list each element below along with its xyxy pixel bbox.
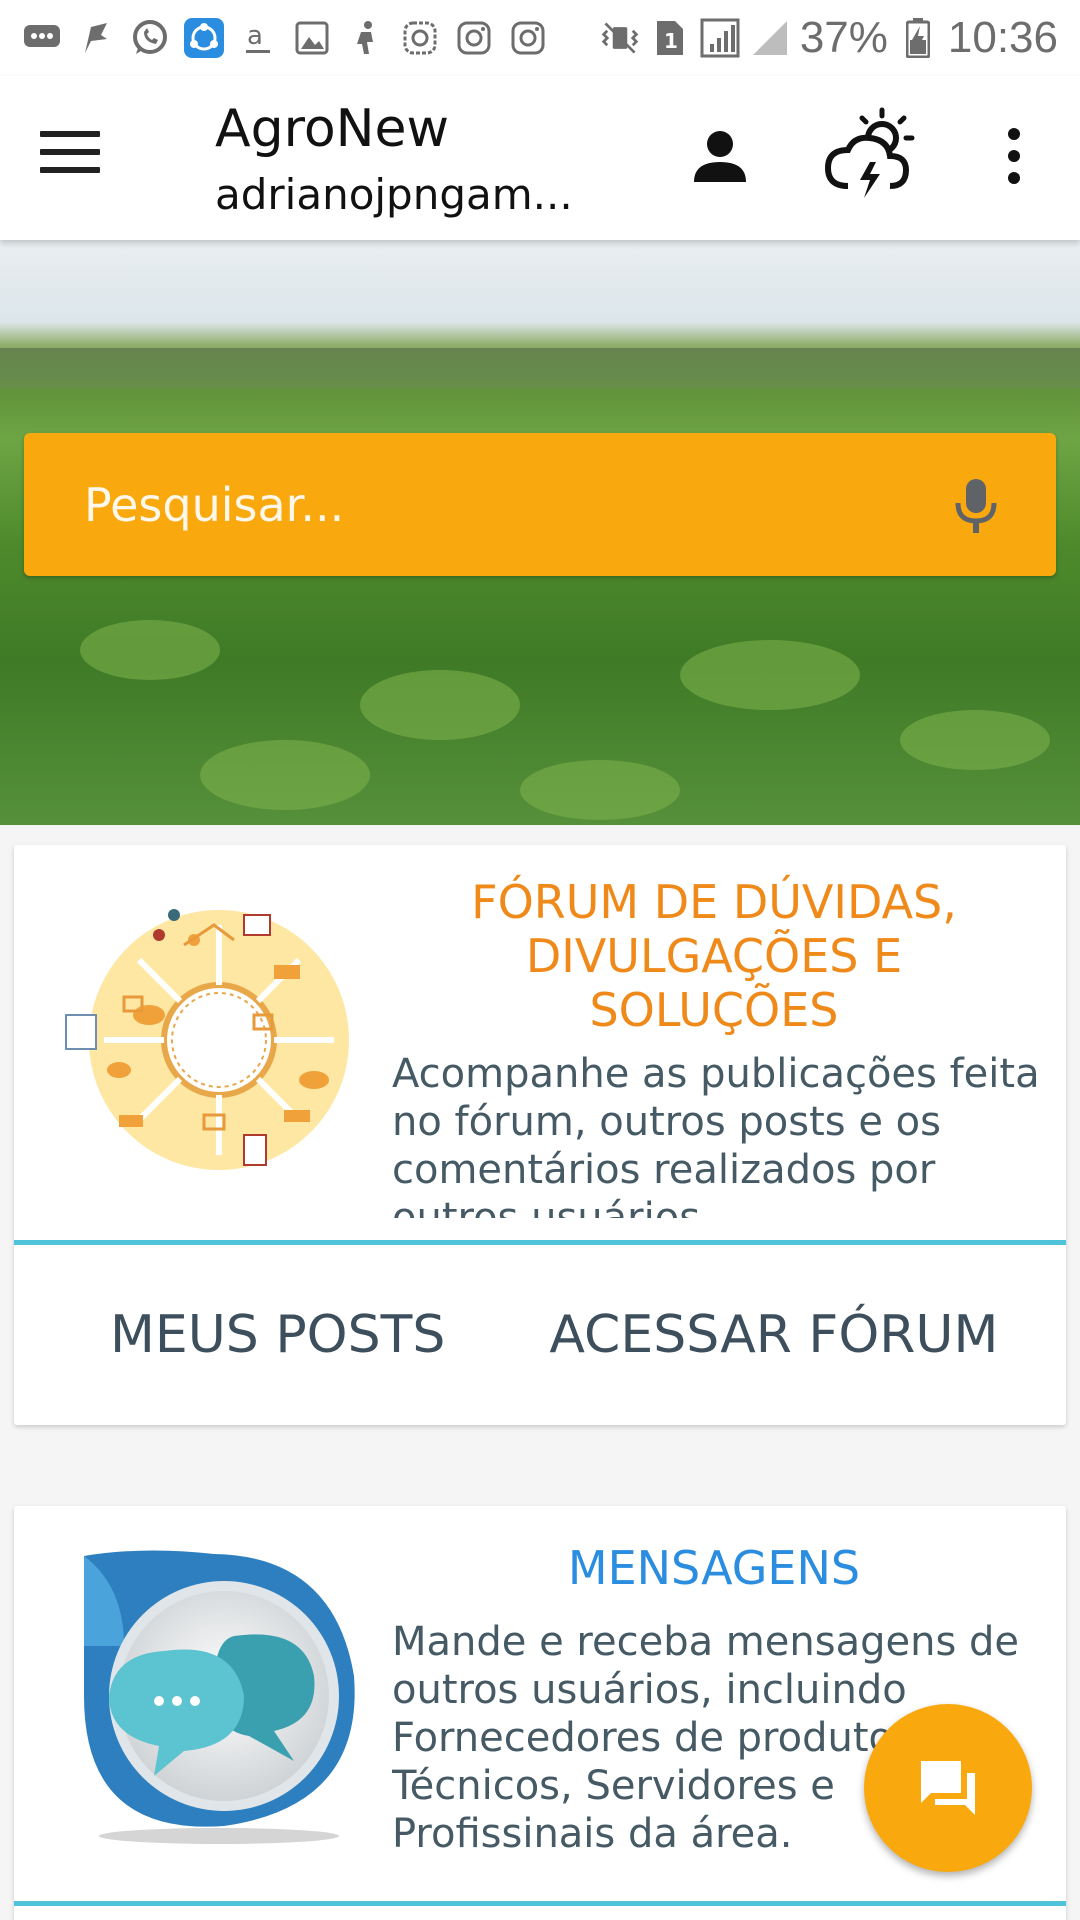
leaf [520,760,680,820]
vibrate-mute-icon [600,18,640,58]
account-subtitle: adrianojpngam... [215,170,573,219]
my-posts-button[interactable]: MEUS POSTS [110,1305,445,1365]
forum-card-actions: MEUS POSTS ACESSAR FÓRUM [14,1245,1066,1425]
hero-banner-image [0,240,1080,825]
messages-notification-icon [22,18,62,58]
chat-icon [921,1761,975,1815]
tree-line [0,348,1080,388]
app-title: AgroNew [215,99,450,159]
whatsapp-notification-icon [130,18,170,58]
accessibility-notification-icon [346,18,386,58]
flag-notification-icon [76,18,116,58]
leaf [200,740,370,810]
search-bar [24,433,1056,576]
battery-charging-icon [898,18,938,58]
access-forum-button[interactable]: ACESSAR FÓRUM [549,1305,998,1365]
app-bar: AgroNew adrianojpngam... [0,76,1080,240]
instagram-notification-icon-2 [508,18,548,58]
camera-notification-icon [400,18,440,58]
weather-storm-icon[interactable] [820,104,920,208]
forum-card: FÓRUM DE DÚVIDAS, DIVULGAÇÕES E SOLUÇÕES… [14,845,1066,1425]
forum-title-line: DIVULGAÇÕES E [525,929,903,983]
leaf [680,640,860,710]
system-indicators: 1 37% 10:36 [600,13,1058,63]
clock: 10:36 [947,13,1058,62]
amazon-notification-icon: a [238,18,278,58]
messages-card-title: MENSAGENS [567,1541,861,1595]
battery-percentage: 37% [799,13,888,62]
svg-text:1: 1 [664,29,678,53]
forum-title-line: SOLUÇÕES [589,983,839,1037]
leaf [360,670,520,740]
forum-card-title: FÓRUM DE DÚVIDAS, DIVULGAÇÕES E SOLUÇÕES [394,875,1034,1037]
forum-card-description: Acompanhe as publicações feita no fórum,… [392,1051,1040,1218]
search-input[interactable] [84,463,904,547]
forum-title-line: FÓRUM DE DÚVIDAS, [471,875,957,929]
hamburger-menu-icon[interactable] [40,131,100,181]
svg-text:a: a [247,21,263,51]
notification-icons: a [22,18,548,58]
card-divider [14,1901,1066,1906]
share-app-notification-icon [184,18,224,58]
forum-illustration [64,885,374,1195]
app-bar-titles: AgroNew adrianojpngam... [215,94,573,226]
messages-illustration [64,1546,374,1856]
leaf [80,620,220,680]
leaf [900,710,1050,770]
chat-fab-button[interactable] [864,1704,1032,1872]
instagram-notification-icon [454,18,494,58]
image-notification-icon [292,18,332,58]
signal-strength-icon-2 [750,18,790,58]
sim-slot-icon: 1 [650,18,690,58]
signal-strength-icon [700,18,740,58]
person-icon[interactable] [690,126,750,190]
status-bar: a 1 37% 10:36 [0,0,1080,76]
more-vert-icon[interactable] [1000,126,1028,190]
microphone-icon[interactable] [946,475,1006,535]
